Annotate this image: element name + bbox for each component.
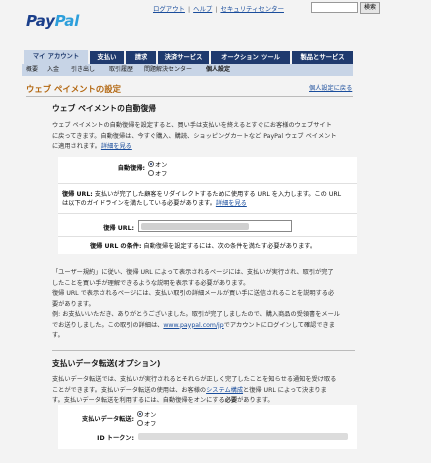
conditions-line: 復帰 URL で表示されるページには、支払い取引の詳細メールが買い手に送信される… [52, 290, 335, 297]
pdt-line: ことができます。支払いデータ転送の使用は、お客様の [52, 386, 207, 394]
pdt-label: 支払いデータ転送: [82, 416, 134, 423]
paypal-logo[interactable]: PayPal [26, 12, 79, 30]
return-url-note: 復帰 URL: 支払いが完了した顧客をリダイレクトするために使用する URL を… [62, 190, 355, 208]
logo-text-light: Pal [54, 12, 80, 30]
pdt-on-option[interactable]: オン [137, 410, 156, 419]
paypal-site-link[interactable]: www.paypal.com/jp [163, 322, 223, 329]
auto-return-title: ウェブ ペイメントの自動復帰 [52, 104, 157, 113]
divider [58, 213, 357, 214]
sub-navigation: 概要 入金 引き出し 取引履歴 問題解決センター 個人設定 [22, 64, 353, 76]
pdt-description: 支払いデータ転送では、支払いが実行されるとそれらが正しく完了したことを知らせる通… [52, 375, 336, 407]
radio-off-icon[interactable] [137, 420, 143, 426]
subnav-deposit[interactable]: 入金 [47, 64, 59, 76]
note-text: 支払いが完了した顧客をリダイレクトするために使用する URL を入力します。この… [92, 191, 342, 198]
option-label: オン [155, 162, 168, 169]
page: PayPal ログアウト | ヘルプ | セキュリティセンター 検索 マイ アカウント … [0, 0, 431, 463]
tab-payments[interactable]: 支払い [90, 51, 124, 64]
radio-on-icon[interactable] [148, 161, 154, 167]
separator: | [187, 5, 191, 13]
return-url-input[interactable] [138, 220, 292, 232]
option-label: オン [144, 412, 157, 419]
conditions-line: 例: お支払いいただき、ありがとうございました。取引が完了しましたので、購入商品… [52, 311, 340, 318]
auto-return-off-option[interactable]: オフ [148, 169, 167, 178]
conditions-line: 「ユーザー規約」に従い、復帰 URL によって表示されるページには、支払いが実行… [52, 269, 334, 276]
security-center-link[interactable]: セキュリティセンター [220, 5, 284, 13]
search-button[interactable]: 検索 [360, 2, 380, 14]
radio-on-icon[interactable] [137, 411, 143, 417]
subnav-history[interactable]: 取引履歴 [109, 64, 133, 76]
top-links: ログアウト | ヘルプ | セキュリティセンター [153, 4, 284, 13]
logout-link[interactable]: ログアウト [153, 5, 185, 13]
description-line: に戻ってきます。自動復帰は、今すぐ購入、購読、ショッピングカートなど PayPa… [52, 132, 337, 140]
conditions-label: 復帰 URL の条件: [90, 243, 142, 250]
divider [58, 183, 357, 184]
tab-merchant-services[interactable]: 決済サービス [158, 51, 209, 64]
tab-auction-tools[interactable]: オークション ツール [211, 51, 290, 64]
pdt-panel [58, 405, 357, 449]
page-title: ウェブ ペイメントの設定 [26, 84, 122, 94]
auto-return-on-option[interactable]: オン [148, 160, 167, 169]
return-url-conditions-heading: 復帰 URL の条件: 自動復帰を設定するには、次の条件を満たす必要があります。 [90, 242, 316, 251]
conditions-line: でお送りしました。この取引の詳細は、 [52, 321, 164, 329]
description-line: に適用されます。 [52, 143, 101, 150]
pdt-off-option[interactable]: オフ [137, 419, 156, 428]
back-to-profile-link[interactable]: 個人設定に戻る [309, 83, 352, 92]
redacted-token [138, 433, 348, 440]
conditions-line: したことを買い手が理解できるような説明を表示する必要があります。 [52, 279, 250, 287]
pdt-required: 必要 [224, 397, 238, 404]
logo-text-dark: Pay [26, 12, 55, 30]
subnav-profile[interactable]: 個人設定 [206, 64, 230, 76]
separator: | [215, 5, 218, 13]
option-label: オフ [155, 171, 168, 178]
option-label: オフ [144, 421, 157, 428]
auto-return-description: ウェブ ペイメントの自動復帰を設定すると、買い手は支払いを終えるとすぐにお客様の… [52, 121, 337, 153]
subnav-overview[interactable]: 概要 [26, 64, 38, 76]
subnav-withdraw[interactable]: 引き出し [71, 64, 95, 76]
auto-return-label: 自動復帰: [117, 165, 145, 172]
redacted-value [141, 223, 249, 230]
tab-my-account[interactable]: マイ アカウント [24, 50, 88, 64]
conditions-line: す。 [52, 332, 64, 339]
description-line: ウェブ ペイメントの自動復帰を設定すると、買い手は支払いを終えるとすぐにお客様の… [52, 122, 332, 129]
tab-billing[interactable]: 請求 [126, 51, 156, 64]
pdt-line: す。支払いデータ転送を利用するには、自動復帰をオンにする [52, 397, 225, 404]
divider [52, 350, 355, 351]
conditions-line: でアカウントにログインして確認できま [223, 321, 335, 329]
note-text: は以下のガイドラインを満たしている必要があります。 [62, 200, 216, 207]
search-input[interactable] [311, 2, 358, 13]
pdt-line: があります。 [237, 397, 274, 404]
conditions-text: 自動復帰を設定するには、次の条件を満たす必要があります。 [141, 243, 317, 250]
subnav-resolution-center[interactable]: 問題解決センター [144, 64, 192, 76]
divider [58, 236, 357, 237]
learn-more-link[interactable]: 詳細を見る [101, 143, 132, 150]
tab-products-services[interactable]: 製品とサービス [292, 51, 353, 64]
identity-token-label: ID トークン: [97, 435, 134, 442]
return-url-label: 復帰 URL: [103, 225, 134, 232]
system-config-link[interactable]: システム構成 [206, 387, 243, 394]
learn-more-link[interactable]: 詳細を見る [216, 200, 247, 207]
conditions-line: 要があります。 [52, 300, 95, 308]
pdt-title: 支払いデータ転送(オプション) [52, 359, 161, 368]
pdt-line: 支払いデータ転送では、支払いが実行されるとそれらが正しく完了したことを知らせる通… [52, 376, 337, 383]
pdt-line: と復帰 URL によって決まりま [243, 386, 327, 394]
divider [26, 96, 353, 97]
note-label: 復帰 URL: [62, 191, 93, 198]
radio-off-icon[interactable] [148, 170, 154, 176]
conditions-description: 「ユーザー規約」に従い、復帰 URL によって表示されるページには、支払いが実行… [52, 268, 340, 342]
help-link[interactable]: ヘルプ [193, 5, 212, 13]
